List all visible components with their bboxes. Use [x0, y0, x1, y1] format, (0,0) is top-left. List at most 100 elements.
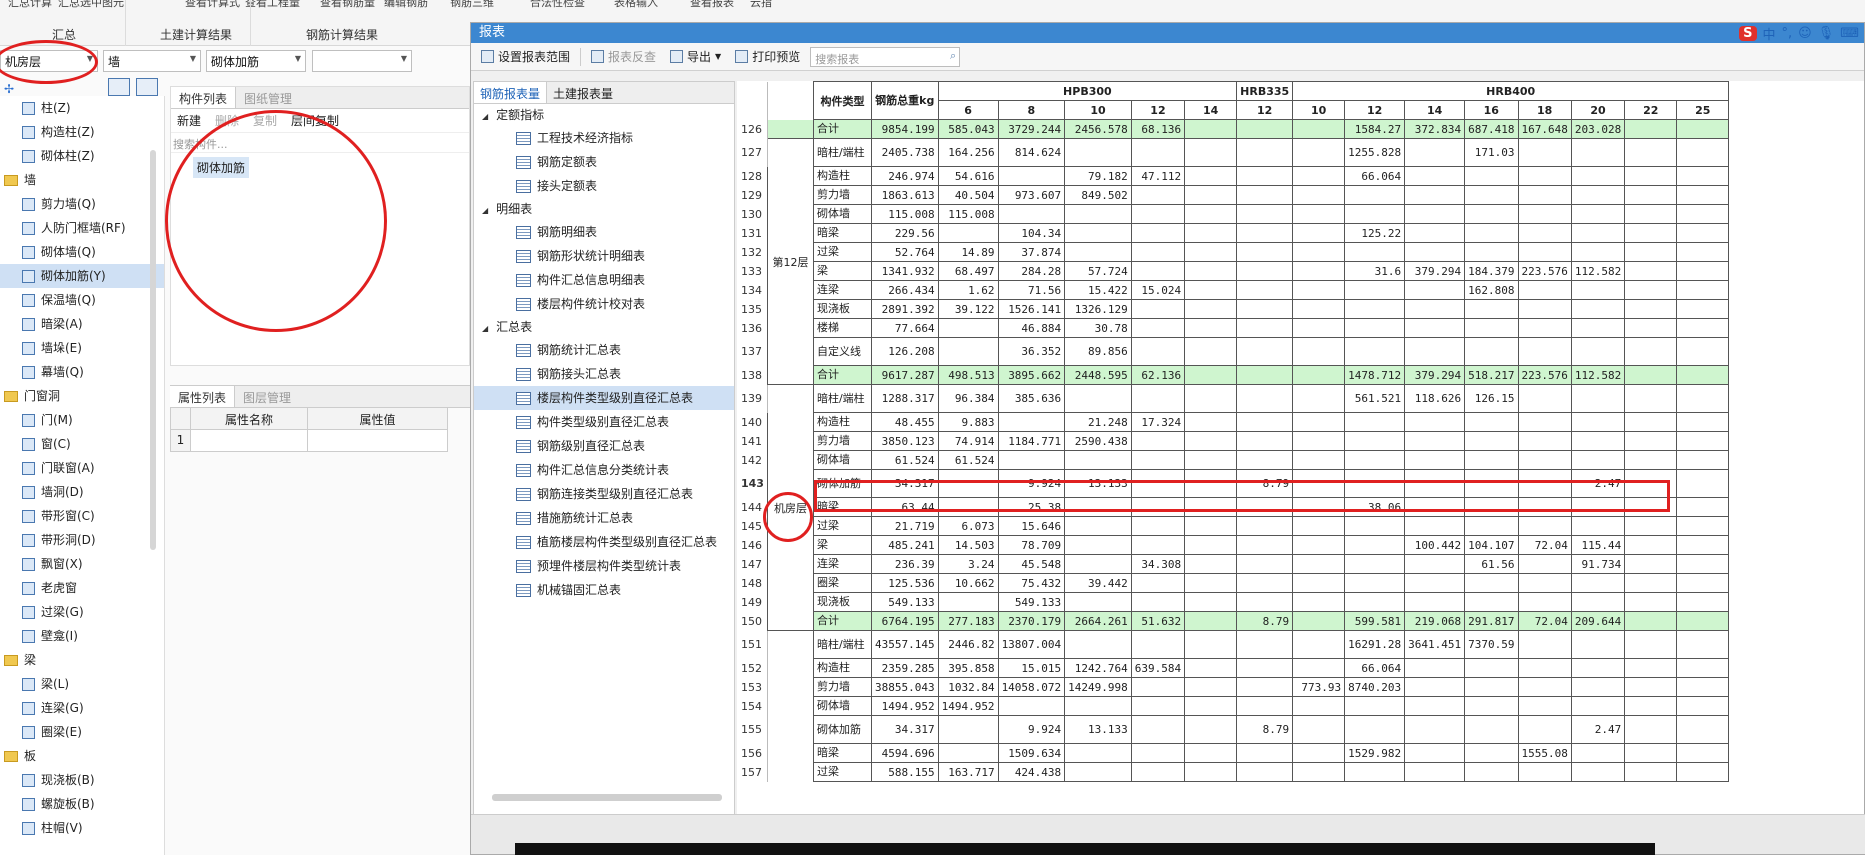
- report-search-input[interactable]: 搜索报表 ⌕: [810, 46, 961, 67]
- grid-view-icon[interactable]: [136, 78, 158, 96]
- sidebar-item[interactable]: 带形窗(C): [0, 504, 164, 528]
- ribbon-top-label[interactable]: 编辑钢筋: [384, 0, 428, 8]
- report-tree-item[interactable]: 接头定额表: [474, 174, 734, 198]
- report-tree-group[interactable]: ◢ 定额指标: [474, 104, 734, 126]
- table-row[interactable]: 141 剪力墙 3850.123 74.914 1184.771 2590.438: [737, 431, 1730, 451]
- nav-category[interactable]: 梁: [0, 648, 164, 672]
- ime-mode-chinese[interactable]: 中: [1763, 24, 1776, 43]
- table-row[interactable]: 147 连梁 236.39 3.24 45.548 34.308 61.56 91.734: [737, 554, 1730, 574]
- table-row[interactable]: 156 暗梁 4594.696 1509.634 1529.982 1555.08: [737, 743, 1730, 763]
- ribbon-top-label[interactable]: 合法性检查: [530, 0, 585, 8]
- ime-emoji[interactable]: ☺: [1798, 26, 1812, 41]
- sidebar-item[interactable]: 现浇板(B): [0, 768, 164, 792]
- table-row[interactable]: 128 构造柱 246.974 54.616 79.182 47.112 66.064: [737, 166, 1730, 186]
- sidebar-item[interactable]: 幕墙(Q): [0, 360, 164, 384]
- table-row[interactable]: 138 合计 9617.287 498.513 3895.662 2448.595 62.1…: [737, 365, 1730, 385]
- ribbon-top-label[interactable]: 表格输入: [614, 0, 658, 8]
- tab-property-list[interactable]: 属性列表: [170, 386, 236, 407]
- table-row[interactable]: 142 砌体墙 61.524 61.524: [737, 450, 1730, 470]
- keyboard-icon[interactable]: ⌨: [1840, 26, 1859, 41]
- table-row[interactable]: 136 楼梯 77.664 46.884 30.78: [737, 318, 1730, 338]
- report-tree-scrollbar[interactable]: [492, 794, 722, 801]
- report-tree-item[interactable]: 预埋件楼层构件类型统计表: [474, 554, 734, 578]
- sidebar-item[interactable]: 柱帽(V): [0, 816, 164, 840]
- table-row[interactable]: 145 过梁 21.719 6.073 15.646: [737, 516, 1730, 536]
- table-row[interactable]: 132 过梁 52.764 14.89 37.874: [737, 242, 1730, 262]
- report-tree-item[interactable]: 机械锚固汇总表: [474, 578, 734, 602]
- report-tree-item[interactable]: 楼层构件统计校对表: [474, 292, 734, 316]
- report-tree-group[interactable]: ◢ 明细表: [474, 198, 734, 220]
- sidebar-item[interactable]: 壁龛(I): [0, 624, 164, 648]
- tab-drawing-management[interactable]: 图纸管理: [236, 87, 300, 108]
- property-name-cell[interactable]: [191, 430, 308, 452]
- list-view-icon[interactable]: [108, 78, 130, 96]
- report-tree-item[interactable]: 构件汇总信息明细表: [474, 268, 734, 292]
- ribbon-top-label[interactable]: 查看报表: [690, 0, 734, 8]
- sidebar-item[interactable]: 保温墙(Q): [0, 288, 164, 312]
- table-row[interactable]: 131 暗梁 229.56 104.34 125.22: [737, 223, 1730, 243]
- table-row[interactable]: 139 机房层 暗柱/端柱 1288.317 96.384 385.636 561.521 1…: [737, 384, 1730, 631]
- ribbon-top-label[interactable]: 查看工程量: [245, 0, 300, 8]
- table-row[interactable]: 130 砌体墙 115.008 115.008: [737, 204, 1730, 224]
- export-button[interactable]: 导出 ▼: [666, 48, 725, 65]
- collapse-icon[interactable]: ◢: [482, 206, 488, 215]
- report-reverse-lookup-button[interactable]: 报表反查: [587, 48, 660, 65]
- table-row[interactable]: 135 现浇板 2891.392 39.122 1526.141 1326.129: [737, 299, 1730, 319]
- report-tree-item[interactable]: 钢筋级别直径汇总表: [474, 434, 734, 458]
- microphone-icon[interactable]: 🎙: [1818, 26, 1835, 41]
- collapse-icon[interactable]: ◢: [482, 324, 488, 333]
- report-tree-item[interactable]: 钢筋定额表: [474, 150, 734, 174]
- report-tree-item[interactable]: 植筋楼层构件类型级别直径汇总表: [474, 530, 734, 554]
- report-tree-item[interactable]: 措施筋统计汇总表: [474, 506, 734, 530]
- sidebar-item[interactable]: 墙垛(E): [0, 336, 164, 360]
- sidebar-item[interactable]: 连梁(G): [0, 696, 164, 720]
- tab-rebar-report[interactable]: 钢筋报表量: [474, 82, 548, 103]
- table-row[interactable]: 149 现浇板 549.133 549.133: [737, 592, 1730, 612]
- category-select[interactable]: 墙 ▼: [103, 50, 201, 72]
- sidebar-item[interactable]: 飘窗(X): [0, 552, 164, 576]
- print-preview-button[interactable]: 打印预览: [731, 48, 804, 65]
- sidebar-item[interactable]: 柱(Z): [0, 96, 164, 120]
- search-icon[interactable]: ⌕: [950, 49, 956, 63]
- sidebar-item[interactable]: 砌体加筋(Y): [0, 264, 164, 288]
- sidebar-item[interactable]: 人防门框墙(RF): [0, 216, 164, 240]
- table-row[interactable]: 127 第12层 暗柱/端柱 2405.738 164.256 814.624 1255.8…: [737, 138, 1730, 385]
- ribbon-top-label[interactable]: 钢筋三维: [450, 0, 494, 8]
- table-row[interactable]: 155 砌体加筋 34.317 9.924 13.133 8.79 2.47: [737, 715, 1730, 744]
- type-select[interactable]: 砌体加筋 ▼: [206, 50, 306, 72]
- table-row[interactable]: 153 剪力墙 38855.043 1032.84 14058.072 14249.998…: [737, 677, 1730, 697]
- table-row[interactable]: 146 梁 485.241 14.503 78.709 100.442 104.107 72.…: [737, 535, 1730, 555]
- ime-punctuation[interactable]: °,: [1782, 26, 1793, 41]
- report-tree-item[interactable]: 钢筋连接类型级别直径汇总表: [474, 482, 734, 506]
- ribbon-top-label[interactable]: 汇总选中图元: [58, 0, 124, 8]
- nav-category[interactable]: 墙: [0, 168, 164, 192]
- ribbon-top-label[interactable]: 查看计算式: [185, 0, 240, 8]
- table-row[interactable]: 154 砌体墙 1494.952 1494.952: [737, 696, 1730, 716]
- sidebar-item[interactable]: 螺旋板(B): [0, 792, 164, 816]
- sogou-icon[interactable]: S: [1739, 26, 1757, 41]
- report-tree-item[interactable]: 构件汇总信息分类统计表: [474, 458, 734, 482]
- sidebar-item[interactable]: 带形洞(D): [0, 528, 164, 552]
- report-tree-item[interactable]: 钢筋明细表: [474, 220, 734, 244]
- sidebar-item[interactable]: 暗梁(A): [0, 312, 164, 336]
- table-row[interactable]: 150 合计 6764.195 277.183 2370.179 2664.261 51.6…: [737, 611, 1730, 631]
- table-row[interactable]: 137 自定义线 126.208 36.352 89.856: [737, 337, 1730, 366]
- report-tree-item[interactable]: 钢筋形状统计明细表: [474, 244, 734, 268]
- report-tree-item[interactable]: 钢筋接头汇总表: [474, 362, 734, 386]
- property-value-cell[interactable]: [308, 430, 448, 452]
- sidebar-item[interactable]: 墙洞(D): [0, 480, 164, 504]
- report-tree-item[interactable]: 钢筋统计汇总表: [474, 338, 734, 362]
- table-row[interactable]: 152 构造柱 2359.285 395.858 15.015 1242.764 639.5…: [737, 658, 1730, 678]
- new-button[interactable]: 新建: [177, 112, 201, 129]
- pin-icon[interactable]: ✢: [4, 82, 14, 96]
- report-tree-item[interactable]: 楼层构件类型级别直径汇总表: [474, 386, 734, 410]
- table-row[interactable]: 133 梁 1341.932 68.497 284.28 57.724 31.6 379.29…: [737, 261, 1730, 281]
- ribbon-top-label[interactable]: 查看钢筋量: [320, 0, 375, 8]
- table-row[interactable]: 134 连梁 266.434 1.62 71.56 15.422 15.024 162.808: [737, 280, 1730, 300]
- table-row[interactable]: 157 过梁 588.155 163.717 424.438: [737, 762, 1730, 782]
- sidebar-item[interactable]: 过梁(G): [0, 600, 164, 624]
- nav-category[interactable]: 板: [0, 744, 164, 768]
- sidebar-item[interactable]: 砌体墙(Q): [0, 240, 164, 264]
- set-report-range-button[interactable]: 设置报表范围: [477, 48, 574, 65]
- sidebar-item[interactable]: 剪力墙(Q): [0, 192, 164, 216]
